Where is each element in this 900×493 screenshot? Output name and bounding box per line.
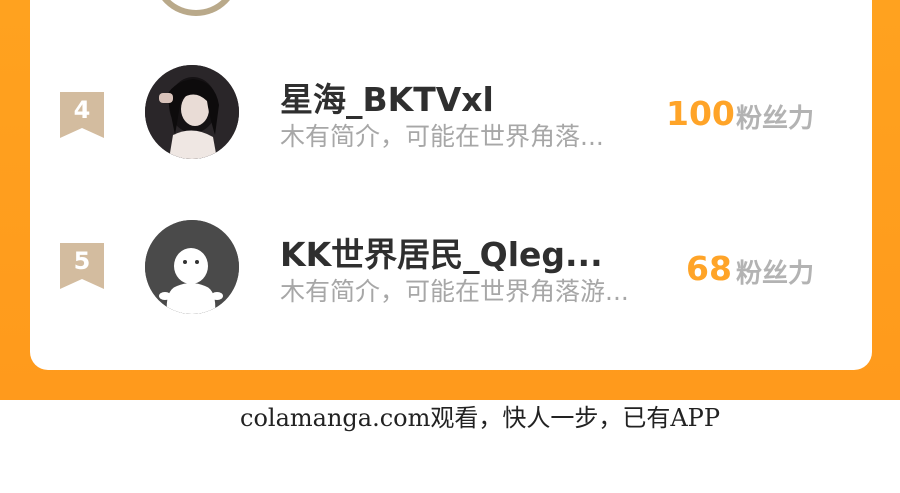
rank-badge: 4	[60, 92, 104, 138]
ranking-row[interactable]: 4 星海_BKTVxl 木有简介，可能在世界角落... 100 粉丝力	[0, 50, 900, 170]
user-bio: 木有简介，可能在世界角落...	[280, 122, 604, 151]
avatar[interactable]	[145, 220, 239, 314]
rank-number: 4	[73, 96, 91, 124]
user-name[interactable]: 星海_BKTVxl	[280, 73, 494, 121]
fan-power-value: 100	[666, 94, 735, 133]
rank-number: 5	[73, 247, 91, 275]
fan-power-label: 粉丝力	[736, 104, 815, 134]
rank-badge: 5	[60, 243, 104, 289]
avatar[interactable]	[145, 65, 239, 159]
fan-power-value: 68	[686, 249, 732, 288]
default-avatar-icon	[145, 220, 239, 314]
ranking-row[interactable]: 5 KK世界居民_Qleg... 木有简介，可能在世界角落游... 68 粉丝力	[0, 205, 900, 325]
user-name[interactable]: KK世界居民_Qleg...	[280, 228, 603, 276]
fan-power-label: 粉丝力	[736, 259, 815, 289]
user-bio: 木有简介，可能在世界角落游...	[280, 277, 629, 306]
watermark-text: colamanga.com观看，快人一步，已有APP	[240, 404, 720, 432]
user-photo	[145, 65, 239, 159]
